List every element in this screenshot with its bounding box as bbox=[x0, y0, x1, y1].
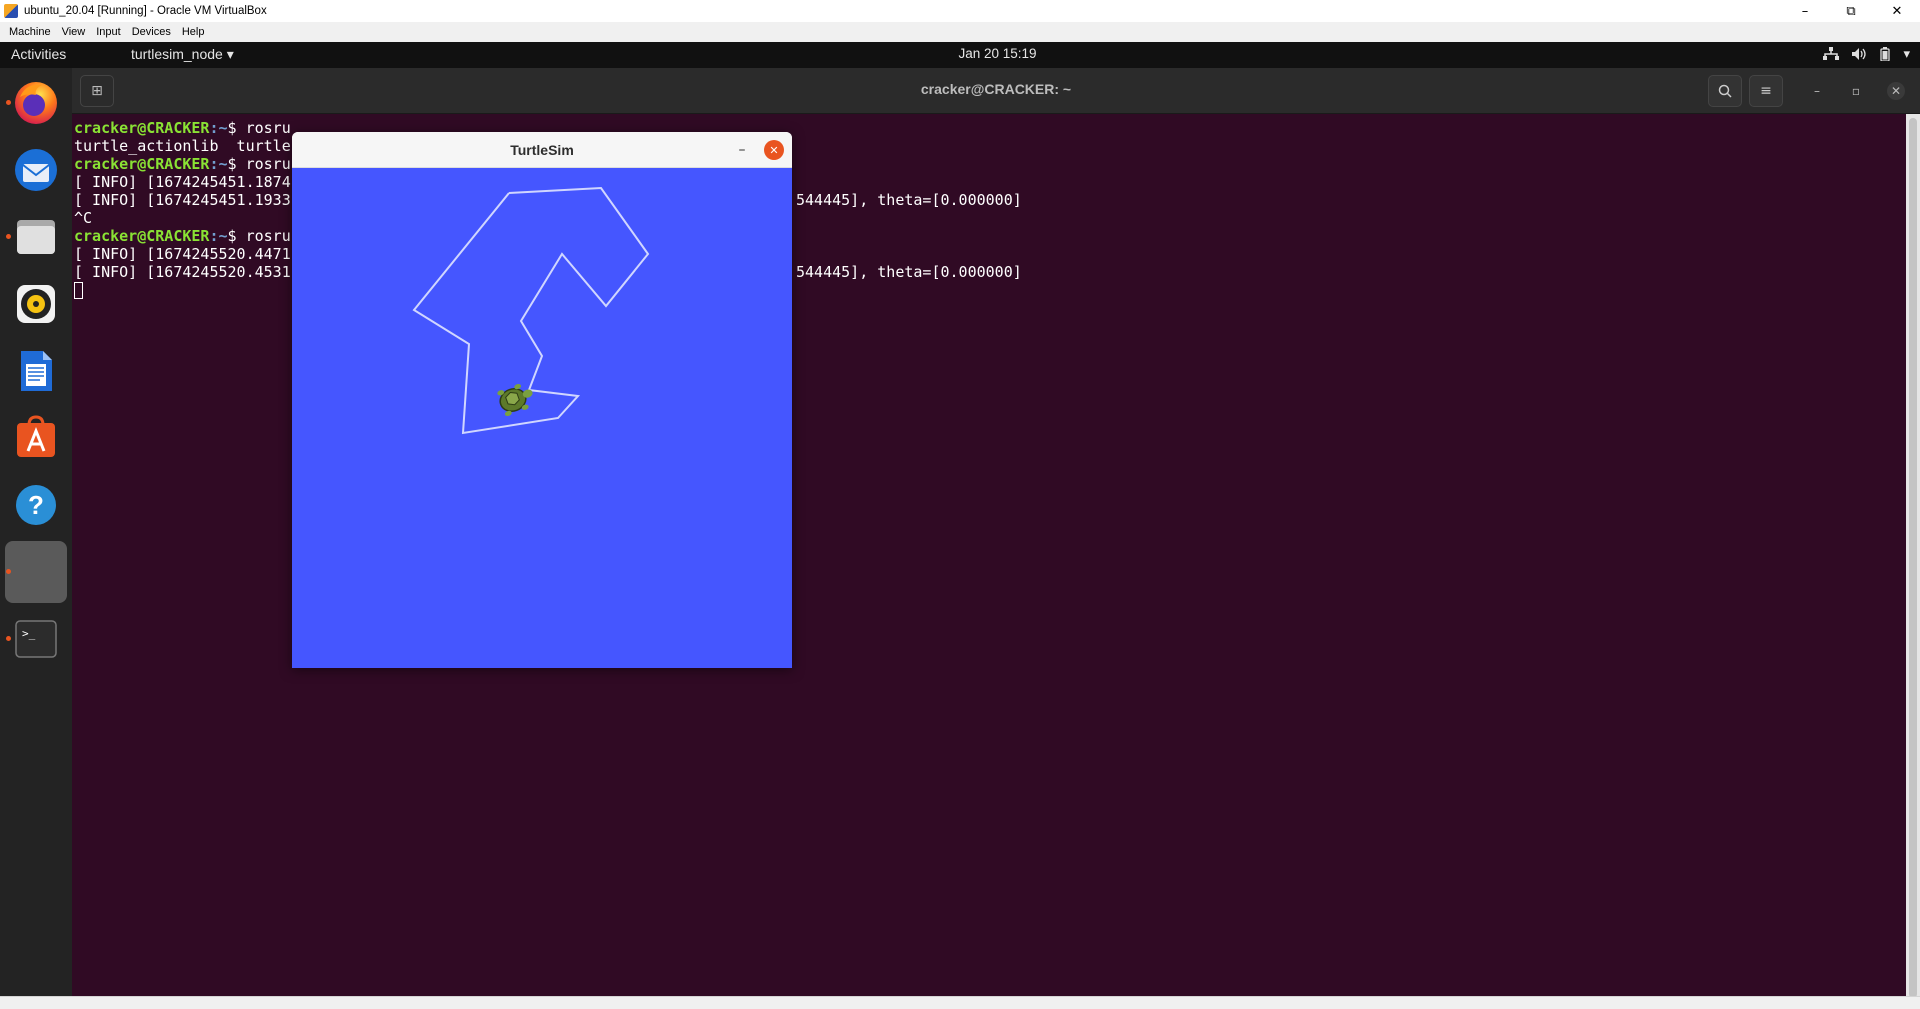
running-indicator bbox=[6, 234, 11, 239]
host-titlebar: ubuntu_20.04 [Running] - Oracle VM Virtu… bbox=[0, 0, 1920, 22]
dock-thunderbird[interactable] bbox=[5, 139, 67, 201]
text-cursor bbox=[74, 282, 83, 299]
dock-rhythmbox[interactable] bbox=[5, 273, 67, 335]
dock-turtlesim[interactable] bbox=[5, 541, 67, 603]
turtlesim-canvas bbox=[292, 168, 792, 668]
ubuntu-software-icon bbox=[17, 415, 55, 457]
terminal-maximize-button[interactable]: ▫ bbox=[1847, 82, 1865, 100]
menu-input[interactable]: Input bbox=[91, 26, 125, 38]
menu-view[interactable]: View bbox=[57, 26, 91, 38]
turtlesim-titlebar[interactable]: TurtleSim – ✕ bbox=[292, 132, 792, 168]
hamburger-menu-button[interactable]: ≡ bbox=[1749, 75, 1783, 107]
battery-icon bbox=[1880, 47, 1891, 61]
terminal-minimize-button[interactable]: – bbox=[1808, 82, 1826, 100]
system-tray[interactable]: ▾ bbox=[1823, 46, 1910, 62]
libreoffice-writer-icon bbox=[21, 351, 52, 391]
host-statusbar bbox=[0, 996, 1920, 1009]
terminal-headerbar: ⊞ cracker@CRACKER: ~ ≡ – ▫ ✕ bbox=[72, 68, 1920, 114]
guest-desktop: Activities turtlesim_node ▾ Jan 20 15:19… bbox=[0, 42, 1920, 1009]
turtlesim-title: TurtleSim bbox=[510, 142, 574, 158]
terminal-title: cracker@CRACKER: ~ bbox=[920, 81, 1072, 97]
dock: ? >_ bbox=[0, 68, 72, 1009]
menu-devices[interactable]: Devices bbox=[127, 26, 176, 38]
terminal-scrollbar[interactable] bbox=[1906, 114, 1920, 1009]
running-indicator bbox=[6, 636, 11, 641]
network-icon bbox=[1823, 47, 1840, 60]
host-close-button[interactable]: ✕ bbox=[1874, 0, 1920, 22]
menu-help[interactable]: Help bbox=[177, 26, 210, 38]
help-icon: ? bbox=[16, 485, 56, 525]
help-glyph: ? bbox=[28, 490, 44, 520]
dock-writer[interactable] bbox=[5, 340, 67, 402]
terminal-icon: >_ bbox=[15, 620, 57, 658]
terminal-close-button[interactable]: ✕ bbox=[1887, 82, 1905, 100]
terminal-glyph: >_ bbox=[22, 627, 36, 640]
virtualbox-app-icon bbox=[4, 4, 18, 18]
host-menubar: Machine View Input Devices Help bbox=[0, 22, 1920, 42]
dock-firefox[interactable] bbox=[5, 72, 67, 134]
turtle-trail-drawing bbox=[412, 186, 650, 435]
gnome-topbar: Activities turtlesim_node ▾ Jan 20 15:19… bbox=[0, 42, 1920, 68]
host-minimize-button[interactable]: – bbox=[1782, 0, 1828, 22]
dock-files[interactable] bbox=[5, 206, 67, 268]
menu-machine[interactable]: Machine bbox=[4, 26, 56, 38]
files-icon bbox=[17, 220, 55, 254]
clock[interactable]: Jan 20 15:19 bbox=[0, 46, 1920, 61]
dock-help[interactable]: ? bbox=[5, 474, 67, 536]
host-window-title: ubuntu_20.04 [Running] - Oracle VM Virtu… bbox=[24, 5, 267, 17]
dock-terminal[interactable]: >_ bbox=[5, 608, 67, 670]
thunderbird-icon bbox=[15, 149, 57, 191]
dock-software[interactable] bbox=[5, 407, 67, 469]
turtlesim-close-button[interactable]: ✕ bbox=[764, 140, 784, 160]
firefox-icon bbox=[15, 82, 57, 124]
turtlesim-window[interactable]: TurtleSim – ✕ bbox=[292, 132, 792, 668]
search-button[interactable] bbox=[1708, 75, 1742, 107]
rhythmbox-icon bbox=[17, 285, 55, 323]
turtle-trail bbox=[412, 186, 650, 435]
scrollbar-thumb[interactable] bbox=[1909, 118, 1917, 998]
turtlesim-minimize-button[interactable]: – bbox=[732, 140, 752, 160]
system-menu-chevron-icon: ▾ bbox=[1903, 46, 1910, 61]
search-icon bbox=[1718, 84, 1732, 98]
running-indicator bbox=[6, 569, 11, 574]
running-indicator bbox=[6, 100, 11, 105]
volume-icon bbox=[1852, 48, 1867, 60]
host-restore-button[interactable]: ⧉ bbox=[1828, 0, 1874, 22]
